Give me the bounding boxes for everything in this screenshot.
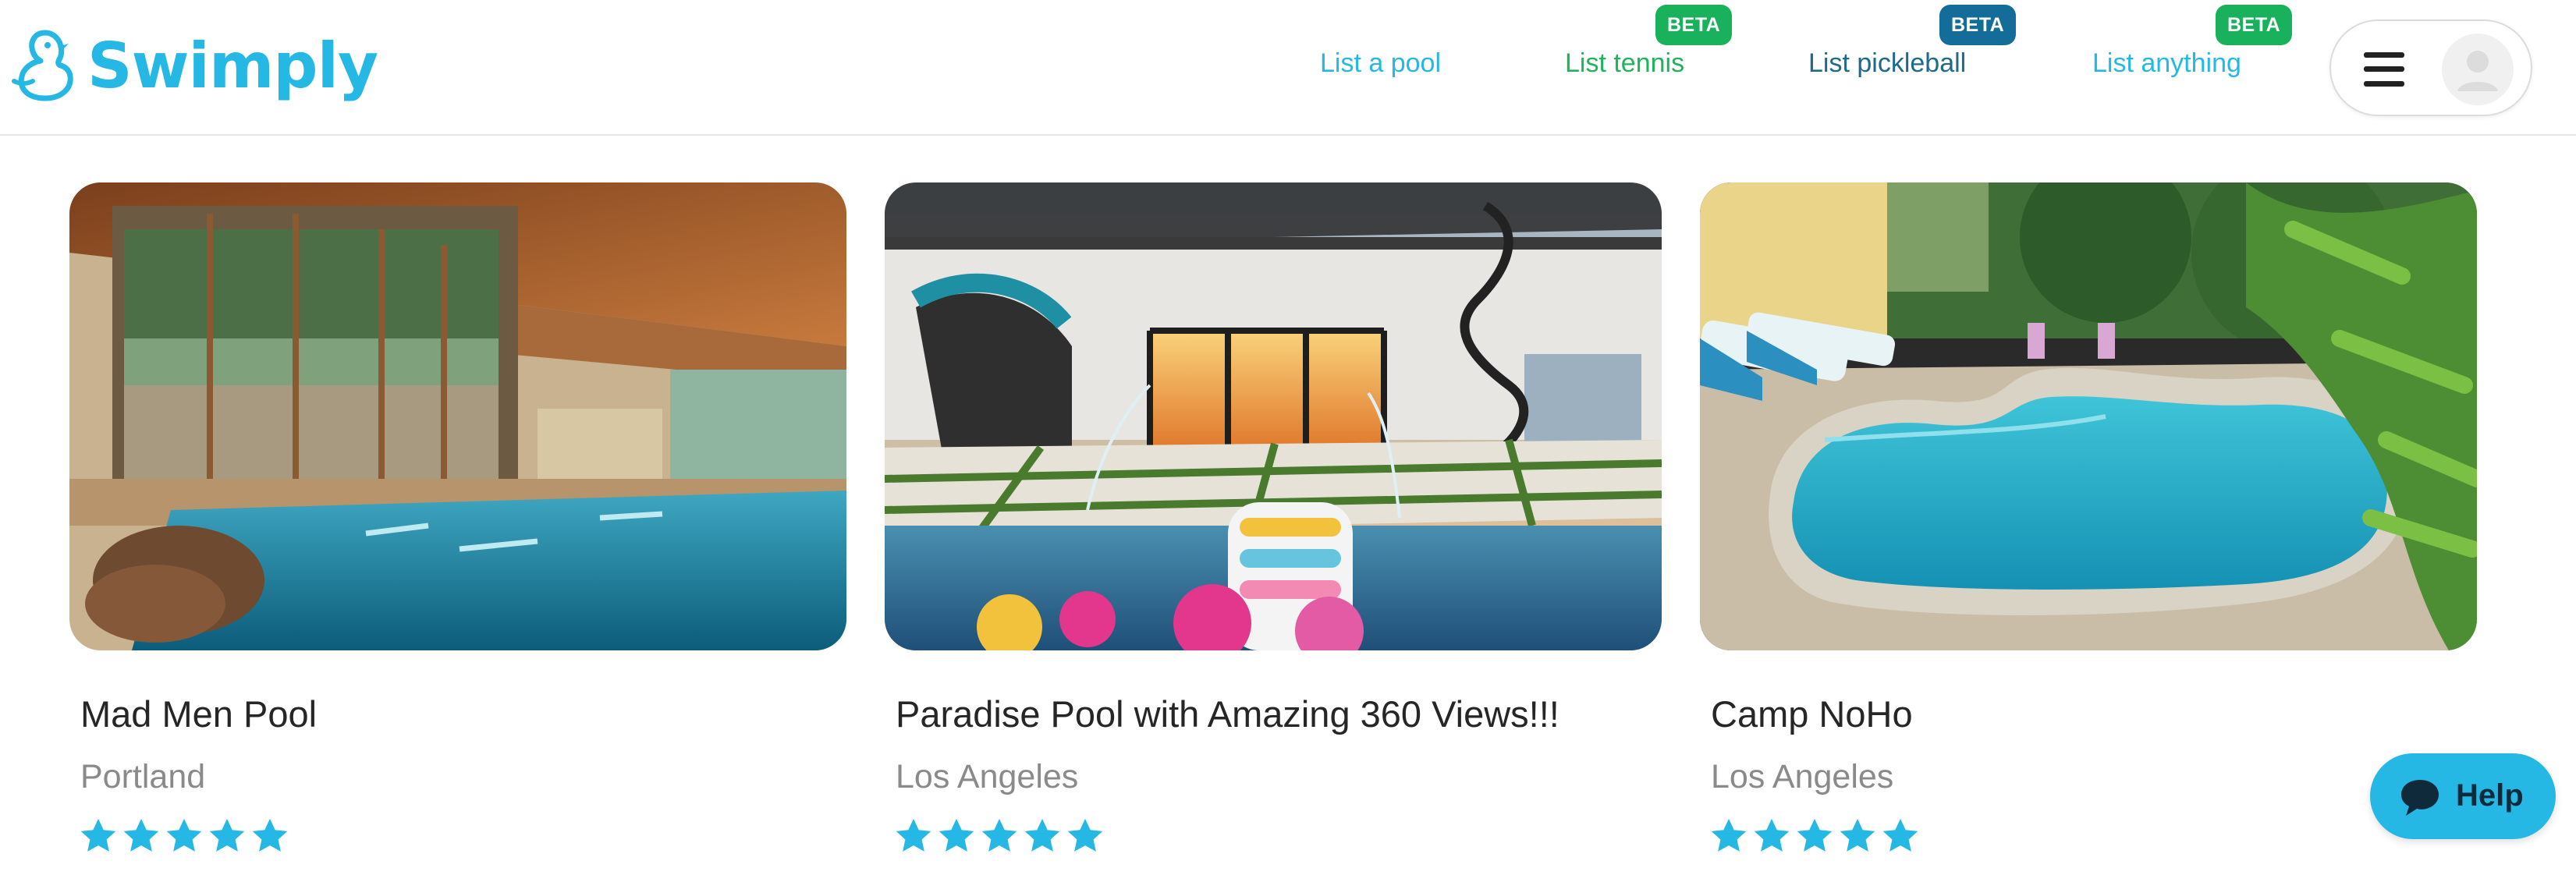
star-icon (1840, 818, 1875, 852)
star-icon (939, 818, 974, 852)
listing-title[interactable]: Mad Men Pool (80, 693, 317, 735)
nav-list-tennis[interactable]: List tennis (1565, 48, 1684, 79)
listing-card[interactable]: Paradise Pool with Amazing 360 Views!!! … (885, 182, 1662, 852)
help-label: Help (2456, 778, 2524, 813)
star-icon (1024, 818, 1060, 852)
beta-badge-pickleball: BETA (1939, 5, 2017, 45)
listing-photo[interactable] (69, 182, 846, 650)
listing-city: Los Angeles (1711, 758, 1894, 795)
nav-list-a-pool[interactable]: List a pool (1320, 48, 1441, 79)
help-button[interactable]: Help (2370, 753, 2556, 839)
star-icon (123, 818, 159, 852)
star-icon (1711, 818, 1747, 852)
listing-city: Portland (80, 758, 206, 795)
star-icon (896, 818, 931, 852)
user-avatar-icon (2442, 34, 2514, 105)
listing-city: Los Angeles (896, 758, 1079, 795)
user-menu-button[interactable] (2329, 19, 2532, 116)
listing-title[interactable]: Camp NoHo (1711, 693, 1913, 735)
nav-list-pickleball[interactable]: List pickleball (1808, 48, 1966, 79)
chat-bubble-icon (2401, 780, 2439, 816)
listing-card[interactable]: Camp NoHo Los Angeles (1700, 182, 2477, 852)
swimply-logo[interactable]: Swimply (11, 27, 378, 105)
star-icon (1067, 818, 1103, 852)
rating-stars (1708, 816, 1922, 856)
star-icon (981, 818, 1017, 852)
star-icon (1882, 818, 1918, 852)
top-nav-bar: Swimply List a pool BETA List tennis BET… (0, 0, 2576, 136)
hamburger-icon (2364, 52, 2404, 87)
brand-name: Swimply (87, 29, 378, 102)
beta-badge-anything: BETA (2216, 5, 2293, 45)
star-icon (209, 818, 245, 852)
star-icon (1797, 818, 1833, 852)
rating-stars (892, 816, 1107, 856)
beta-badge-tennis: BETA (1655, 5, 1733, 45)
listing-title[interactable]: Paradise Pool with Amazing 360 Views!!! (896, 693, 1559, 735)
duck-logo-icon (12, 30, 73, 101)
listing-card[interactable]: Mad Men Pool Portland (69, 182, 846, 852)
listing-photo[interactable] (1700, 182, 2477, 650)
star-icon (1754, 818, 1790, 852)
star-icon (252, 818, 288, 852)
star-icon (80, 818, 116, 852)
listing-photo[interactable] (885, 182, 1662, 650)
rating-stars (77, 816, 292, 856)
nav-list-anything[interactable]: List anything (2092, 48, 2241, 79)
star-icon (166, 818, 202, 852)
